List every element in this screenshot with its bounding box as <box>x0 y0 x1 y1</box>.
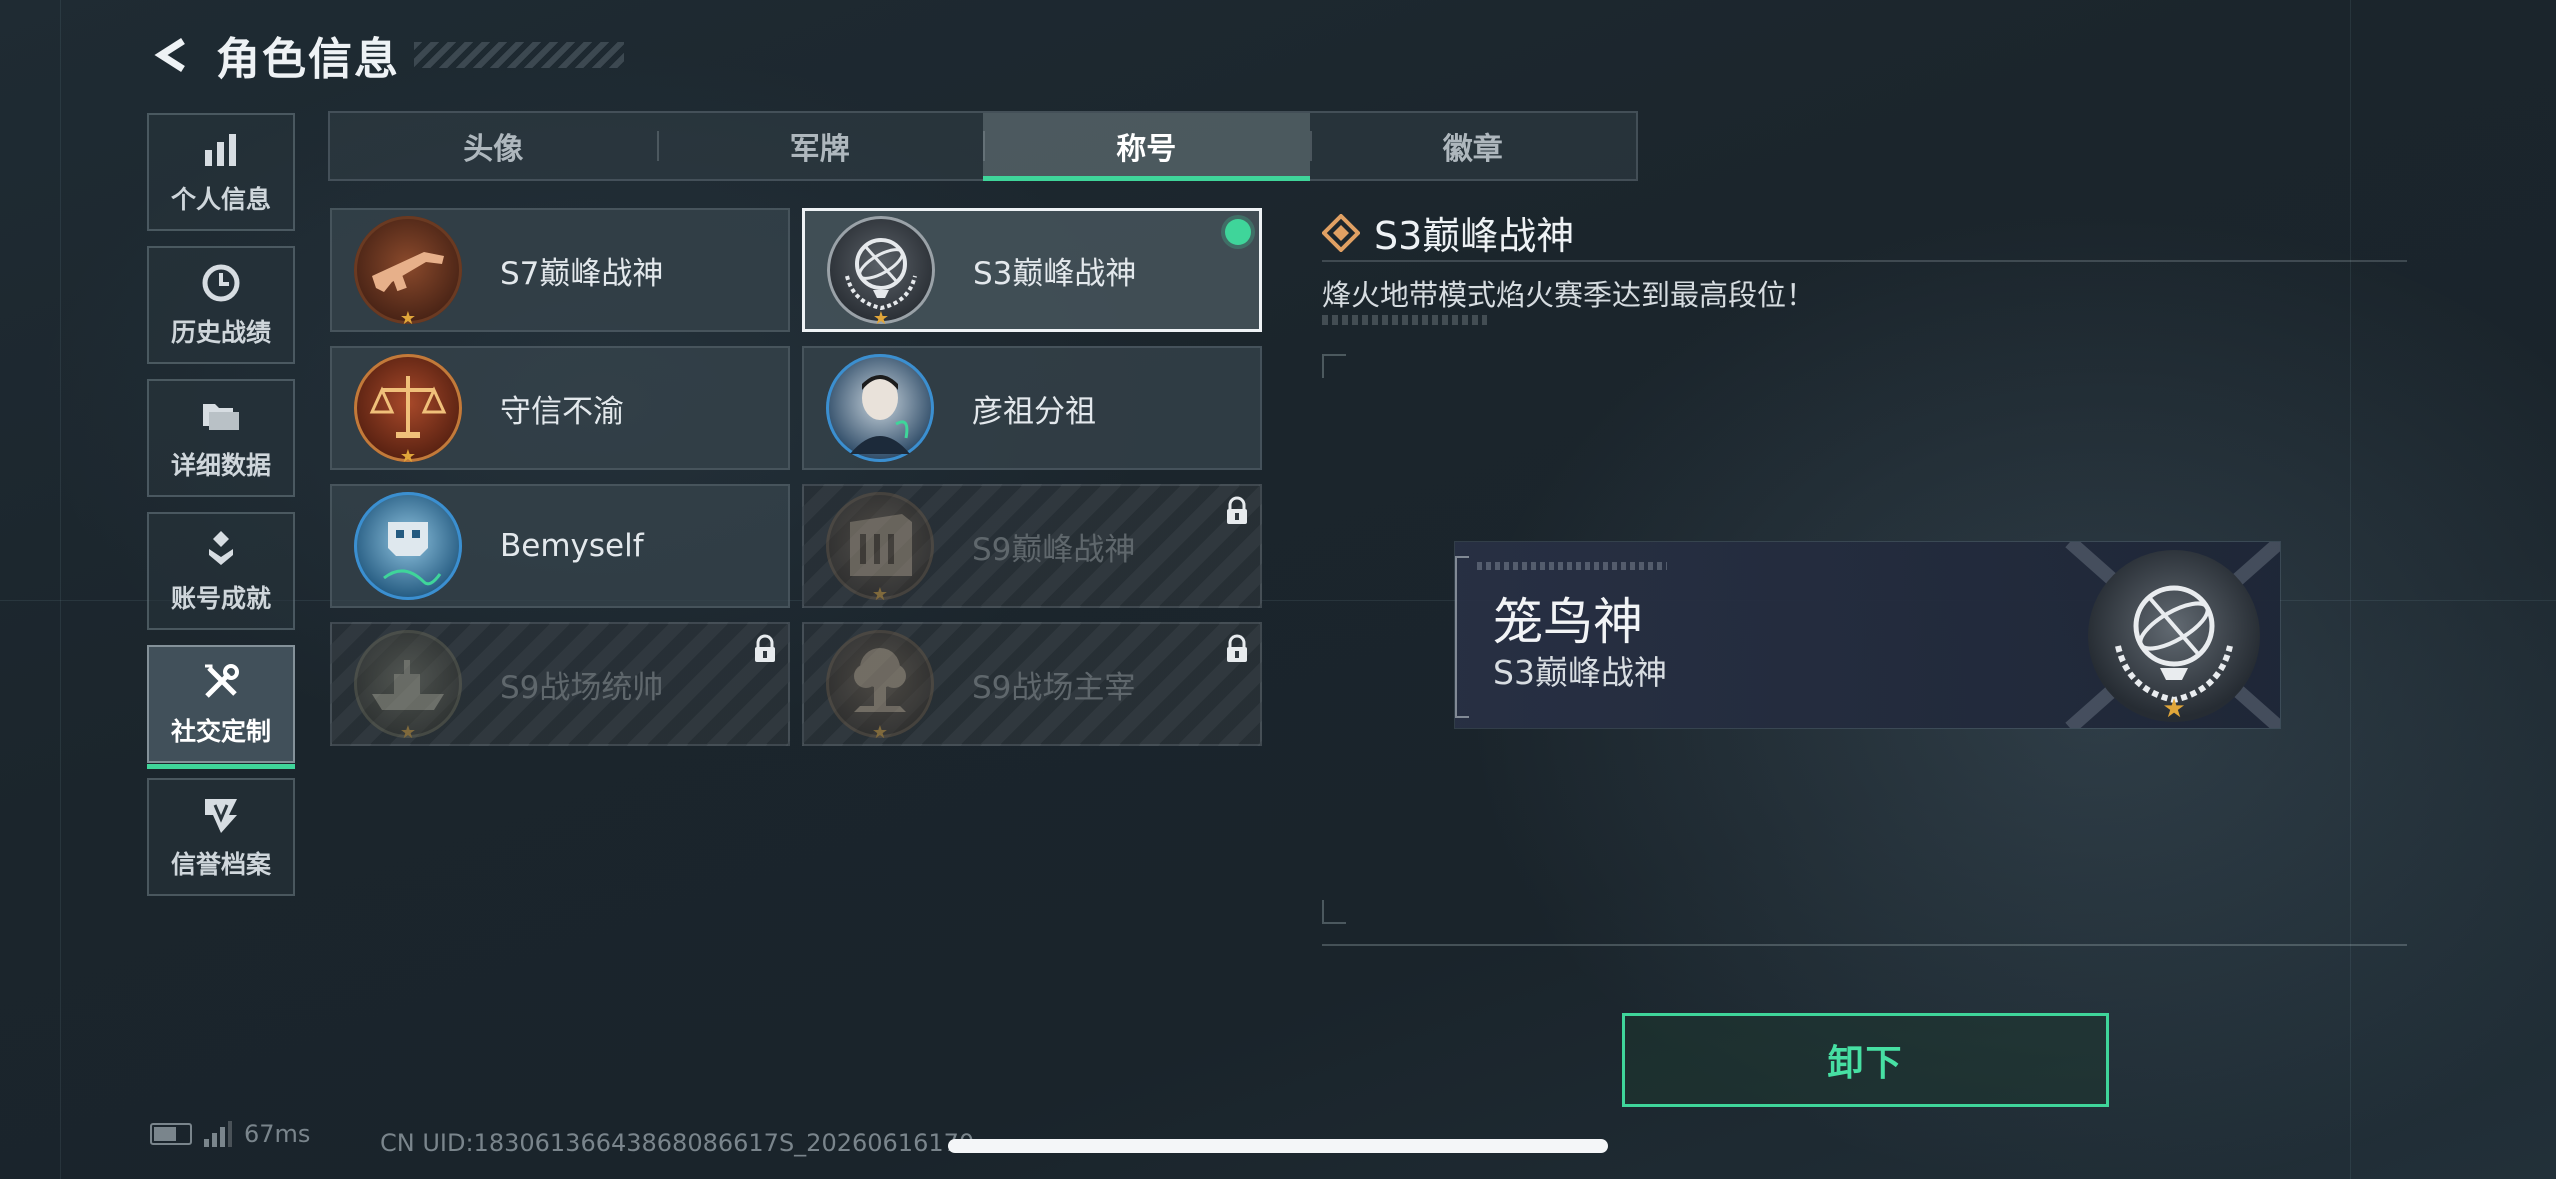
battery-icon <box>150 1123 192 1145</box>
detail-header: S3巅峰战神 <box>1322 205 1574 260</box>
tab-avatar[interactable]: 头像 <box>330 113 657 179</box>
title-card[interactable]: ★ S9巅峰战神 <box>802 484 1262 608</box>
title-card[interactable]: ★ S9战场主宰 <box>802 622 1262 746</box>
explosion-emblem-icon: ★ <box>826 630 934 742</box>
tools-icon <box>205 664 239 698</box>
armillary-emblem-icon: ★ <box>827 216 935 328</box>
sidebar-item-details[interactable]: 详细数据 <box>147 379 295 497</box>
bar-chart-icon <box>205 134 236 166</box>
ship-emblem-icon: ★ <box>354 630 462 742</box>
sidebar-item-label: 详细数据 <box>170 451 271 480</box>
equipped-indicator <box>1225 219 1251 245</box>
back-arrow-icon <box>154 38 185 72</box>
star-icon: ★ <box>871 722 889 743</box>
detail-description: 烽火地带模式焰火赛季达到最高段位！ <box>1322 278 1816 312</box>
divider <box>1322 944 2407 946</box>
sidebar-item-label: 账号成就 <box>170 584 271 613</box>
status-bar: 67ms <box>150 1120 310 1148</box>
title-name: Bemyself <box>500 528 644 564</box>
preview-title: S3巅峰战神 <box>1493 653 1667 692</box>
lock-icon <box>1227 496 1247 524</box>
signal-icon <box>204 1121 232 1147</box>
divider <box>1322 260 2407 262</box>
sidebar-item-label: 社交定制 <box>170 717 271 746</box>
sidebar-item-label: 历史战绩 <box>170 318 271 347</box>
portrait-emblem-icon <box>826 354 934 462</box>
folder-icon <box>203 404 239 430</box>
star-icon: ★ <box>399 308 417 329</box>
frame-corner <box>1322 900 1346 924</box>
title-card[interactable]: ★ S9战场统帅 <box>330 622 790 746</box>
back-button[interactable] <box>150 32 196 78</box>
title-name: S9战场统帅 <box>500 669 664 706</box>
decorative-text <box>1322 315 1487 325</box>
title-preview-card: 笼鸟神 S3巅峰战神 ★ <box>1455 542 2280 728</box>
star-icon: ★ <box>872 308 890 329</box>
title-name: S3巅峰战神 <box>973 255 1137 292</box>
frame-corner <box>1322 354 1346 378</box>
title-card[interactable]: ★ S7巅峰战神 <box>330 208 790 332</box>
title-name: S9巅峰战神 <box>972 531 1136 568</box>
title-card[interactable]: ★ S3巅峰战神 <box>802 208 1262 332</box>
sidebar-item-credit[interactable]: 信誉档案 <box>147 778 295 896</box>
credit-badge-icon <box>205 799 237 833</box>
player-name: 笼鸟神 <box>1493 593 1643 651</box>
ping-value: 67ms <box>244 1120 311 1148</box>
sidebar-item-social[interactable]: 社交定制 <box>147 645 295 769</box>
tab-dogtag[interactable]: 军牌 <box>656 113 984 179</box>
star-icon: ★ <box>399 446 417 467</box>
sidebar: 个人信息 历史战绩 详细数据 账号成就 社交定制 信誉档案 <box>147 113 295 911</box>
title-name: 彦祖分祖 <box>972 393 1096 430</box>
star-icon: ★ <box>399 722 417 743</box>
unequip-button[interactable]: 卸下 <box>1622 1013 2109 1107</box>
home-indicator[interactable] <box>948 1139 1608 1153</box>
clock-icon <box>202 264 240 302</box>
header: 角色信息 <box>150 25 624 85</box>
rifle-emblem-icon: ★ <box>354 216 462 328</box>
lock-icon <box>755 634 775 662</box>
star-icon: ★ <box>871 584 889 605</box>
title-card[interactable]: ★ 守信不渝 <box>330 346 790 470</box>
scene-line <box>60 0 61 1179</box>
detail-title: S3巅峰战神 <box>1374 214 1575 258</box>
tab-badge[interactable]: 徽章 <box>1309 113 1637 179</box>
sidebar-item-label: 个人信息 <box>170 185 271 214</box>
title-name: S7巅峰战神 <box>500 255 664 292</box>
scene-line <box>2350 0 2351 1179</box>
building-emblem-icon: ★ <box>826 492 934 604</box>
uid-text: CN UID:18306136643868086617S_20260616170 <box>380 1129 975 1157</box>
sidebar-item-history[interactable]: 历史战绩 <box>147 246 295 364</box>
title-card[interactable]: 彦祖分祖 <box>802 346 1262 470</box>
skull-emblem-icon <box>354 492 462 600</box>
title-decoration <box>414 42 624 68</box>
sidebar-item-achievements[interactable]: 账号成就 <box>147 512 295 630</box>
star-icon: ★ <box>2162 694 2186 724</box>
diamond-rank-icon <box>1322 213 1360 252</box>
title-card[interactable]: Bemyself <box>330 484 790 608</box>
lock-icon <box>1227 634 1247 662</box>
sidebar-item-label: 信誉档案 <box>170 850 271 879</box>
title-name: S9战场主宰 <box>972 669 1136 706</box>
page-title: 角色信息 <box>216 34 400 85</box>
achievement-icon <box>209 531 233 565</box>
decorative-text <box>1477 562 1667 570</box>
bracket-decoration <box>1455 556 1469 718</box>
armillary-emblem-icon: ★ <box>2088 550 2260 722</box>
title-name: 守信不渝 <box>500 393 624 430</box>
tab-title[interactable]: 称号 <box>983 113 1310 181</box>
scales-emblem-icon: ★ <box>354 354 462 466</box>
tab-bar: 头像 军牌 称号 徽章 <box>328 111 1638 181</box>
sidebar-item-profile[interactable]: 个人信息 <box>147 113 295 231</box>
